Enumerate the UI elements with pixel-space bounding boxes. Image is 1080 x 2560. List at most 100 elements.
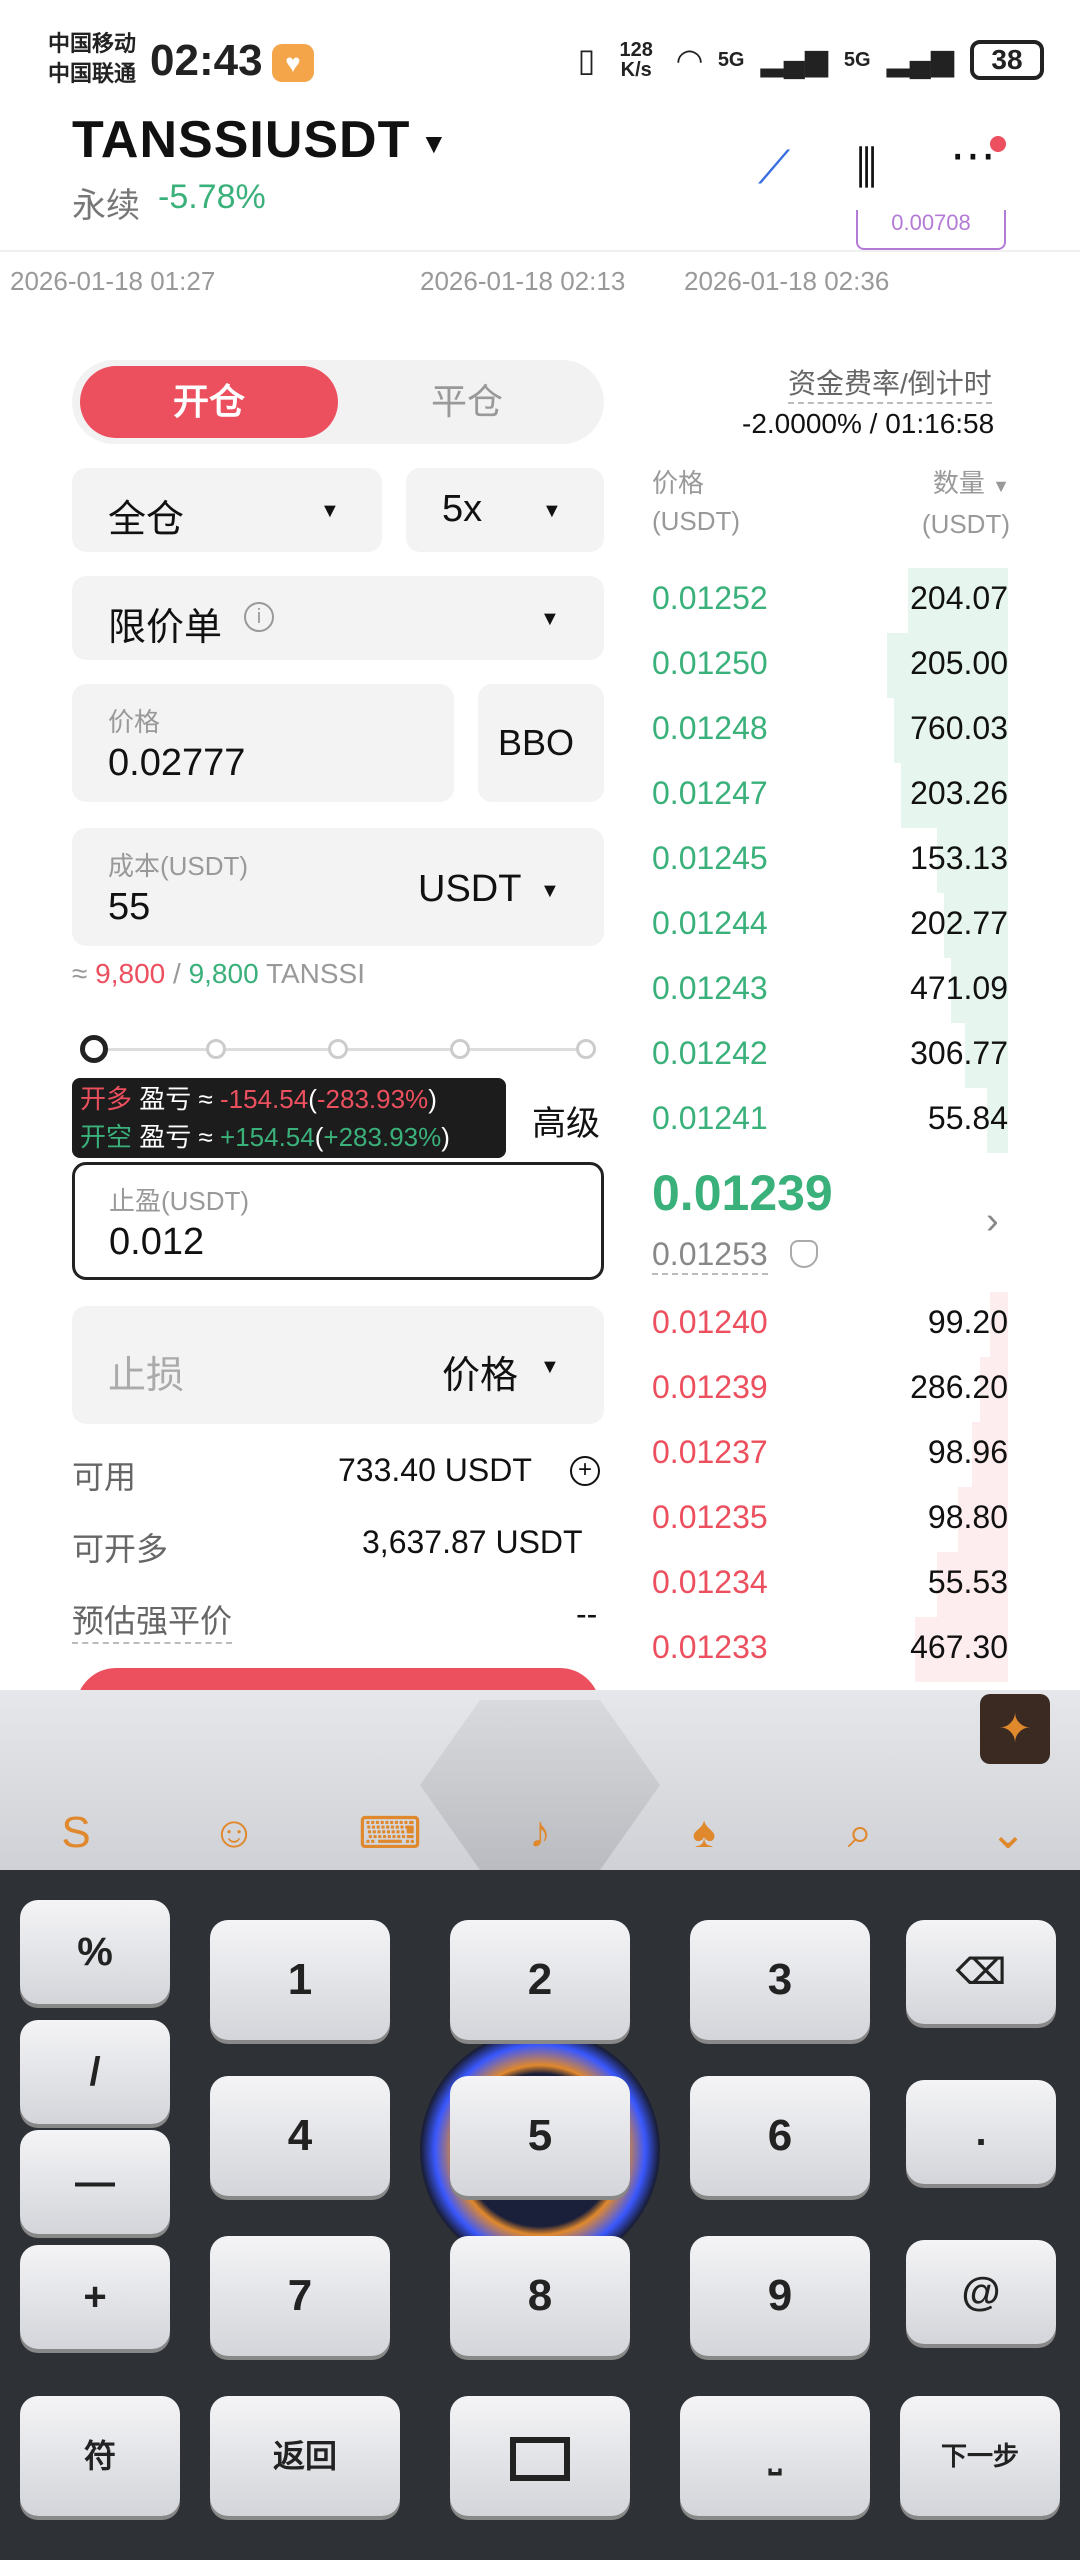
slider-step-50[interactable] <box>328 1039 348 1059</box>
tab-close-position[interactable]: 平仓 <box>338 366 596 438</box>
info-icon[interactable]: i <box>244 602 274 632</box>
tab-open-position[interactable]: 开仓 <box>80 366 338 438</box>
candlestick-icon[interactable]: ⫼ <box>856 140 877 196</box>
tooltip-short-label: 开空 <box>80 1122 133 1152</box>
price-input-value[interactable]: 0.02777 <box>108 742 245 785</box>
take-profit-label: 止盈(USDT) <box>109 1186 250 1216</box>
key-zero[interactable] <box>450 2396 630 2516</box>
backspace-icon: ⌫ <box>955 1951 1007 1992</box>
slider-handle[interactable] <box>80 1035 108 1063</box>
key-space[interactable]: ⎵ <box>680 2396 870 2516</box>
key-2[interactable]: 2 <box>450 1920 630 2040</box>
stop-loss-mode[interactable]: 价格 <box>442 1344 518 1399</box>
emoji-icon[interactable]: ☺ <box>194 1808 274 1858</box>
chevron-down-icon: ▼ <box>540 608 560 630</box>
signal-2-label: 5G <box>843 48 871 71</box>
chevron-down-icon: ▼ <box>540 880 560 902</box>
advanced-toggle[interactable]: 高级 <box>532 1096 600 1145</box>
tooltip-short-row: 开空 盈亏 ≈ +154.54(+283.93%) <box>80 1122 450 1152</box>
symbol-dropdown-icon[interactable]: ▼ <box>420 128 448 160</box>
key-5[interactable]: 5 <box>450 2076 630 2196</box>
tooltip-short-pct: +283.93% <box>323 1122 442 1152</box>
bid-row[interactable]: 0.01237 98.96 <box>652 1422 1008 1487</box>
leverage-select[interactable]: 5x ▼ <box>406 468 604 552</box>
chart-price-tag: 0.00708 <box>856 210 1006 250</box>
key-1[interactable]: 1 <box>210 1920 390 2040</box>
slider-step-25[interactable] <box>206 1039 226 1059</box>
ask-row[interactable]: 0.01248 760.03 <box>652 698 1008 763</box>
key-back[interactable]: 返回 <box>210 2396 400 2516</box>
tooltip-long-pnl: -154.54 <box>220 1084 309 1114</box>
ask-row[interactable]: 0.01250 205.00 <box>652 633 1008 698</box>
ask-row[interactable]: 0.01243 471.09 <box>652 958 1008 1023</box>
funding-rate-label[interactable]: 资金费率/倒计时 <box>788 362 992 404</box>
search-icon[interactable]: ⌕ <box>820 1808 900 1858</box>
ask-row[interactable]: 0.01242 306.77 <box>652 1023 1008 1088</box>
carrier-1: 中国移动 <box>48 31 137 56</box>
cost-unit-select[interactable]: USDT <box>418 868 521 911</box>
backspace-key[interactable]: ⌫ <box>906 1920 1056 2024</box>
key-symbols[interactable]: 符 <box>20 2396 180 2516</box>
skin-icon[interactable]: ♠ <box>664 1808 744 1858</box>
ob-qty-unit: (USDT) <box>921 509 1010 539</box>
key-7[interactable]: 7 <box>210 2236 390 2356</box>
bid-row[interactable]: 0.01235 98.80 <box>652 1487 1008 1552</box>
ask-row[interactable]: 0.01247 203.26 <box>652 763 1008 828</box>
ask-row[interactable]: 0.01244 202.77 <box>652 893 1008 958</box>
keyboard-theme-icon[interactable]: ✦ <box>980 1694 1050 1764</box>
keyboard-layout-icon[interactable]: ⌨ <box>350 1808 430 1859</box>
transfer-plus-icon[interactable]: + <box>570 1456 600 1486</box>
ask-row[interactable]: 0.01252 204.07 <box>652 568 1008 633</box>
chevron-right-icon[interactable]: › <box>986 1200 999 1243</box>
key-plus[interactable]: + <box>20 2245 170 2349</box>
key-dot[interactable]: . <box>906 2080 1056 2184</box>
bid-qty: 98.96 <box>927 1434 1008 1470</box>
ask-price: 0.01242 <box>652 1035 768 1071</box>
order-type-select[interactable]: 限价单 i ▼ <box>72 576 604 660</box>
price-input-label: 价格 <box>108 707 161 737</box>
bid-row[interactable]: 0.01240 99.20 <box>652 1292 1008 1357</box>
key-percent[interactable]: % <box>20 1900 170 2004</box>
take-profit-value[interactable]: 0.012 <box>109 1221 204 1264</box>
chart-trend-icon[interactable]: ⟋ <box>758 140 790 196</box>
key-at[interactable]: @ <box>906 2240 1056 2344</box>
key-next[interactable]: 下一步 <box>900 2396 1060 2516</box>
space-bar-icon: ⎵ <box>768 2438 782 2474</box>
margin-mode-select[interactable]: 全仓 ▼ <box>72 468 382 552</box>
bid-row[interactable]: 0.01233 467.30 <box>652 1617 1008 1682</box>
ask-price: 0.01241 <box>652 1100 768 1136</box>
slider-step-100[interactable] <box>576 1039 596 1059</box>
more-icon[interactable]: ⋯ <box>950 128 996 182</box>
max-open-value: 3,637.87 USDT <box>362 1524 583 1560</box>
sogou-logo-icon[interactable]: S <box>36 1808 116 1858</box>
available-value: 733.40 USDT <box>338 1452 532 1488</box>
collapse-keyboard-icon[interactable]: ⌄ <box>968 1808 1048 1859</box>
key-8[interactable]: 8 <box>450 2236 630 2356</box>
stop-loss-input[interactable]: 止损 价格 ▼ <box>72 1306 604 1424</box>
bid-price: 0.01233 <box>652 1629 768 1665</box>
cost-input[interactable]: 成本(USDT) 55 USDT ▼ <box>72 828 604 946</box>
key-minus[interactable]: — <box>20 2130 170 2234</box>
key-9[interactable]: 9 <box>690 2236 870 2356</box>
ob-qty-header[interactable]: 数量 ▼ (USDT) <box>870 464 1010 543</box>
key-slash[interactable]: / <box>20 2020 170 2124</box>
vibrate-icon: ▯ <box>577 42 596 78</box>
bid-qty: 467.30 <box>910 1629 1008 1665</box>
price-input[interactable]: 价格 0.02777 <box>72 684 454 802</box>
microphone-icon[interactable]: ♪ <box>500 1808 580 1858</box>
key-4[interactable]: 4 <box>210 2076 390 2196</box>
key-3[interactable]: 3 <box>690 1920 870 2040</box>
bbo-button[interactable]: BBO <box>478 684 604 802</box>
liquidation-label[interactable]: 预估强平价 <box>72 1596 233 1644</box>
slider-step-75[interactable] <box>450 1039 470 1059</box>
take-profit-input[interactable]: 止盈(USDT) 0.012 <box>72 1162 604 1280</box>
key-6[interactable]: 6 <box>690 2076 870 2196</box>
symbol-title[interactable]: TANSSIUSDT <box>72 110 410 170</box>
ask-row[interactable]: 0.01241 55.84 <box>652 1088 1008 1153</box>
cost-input-value[interactable]: 55 <box>108 886 150 929</box>
ask-row[interactable]: 0.01245 153.13 <box>652 828 1008 893</box>
bid-row[interactable]: 0.01239 286.20 <box>652 1357 1008 1422</box>
mark-price[interactable]: 0.01253 <box>652 1236 768 1275</box>
bid-row[interactable]: 0.01234 55.53 <box>652 1552 1008 1617</box>
bid-qty: 98.80 <box>927 1499 1008 1535</box>
